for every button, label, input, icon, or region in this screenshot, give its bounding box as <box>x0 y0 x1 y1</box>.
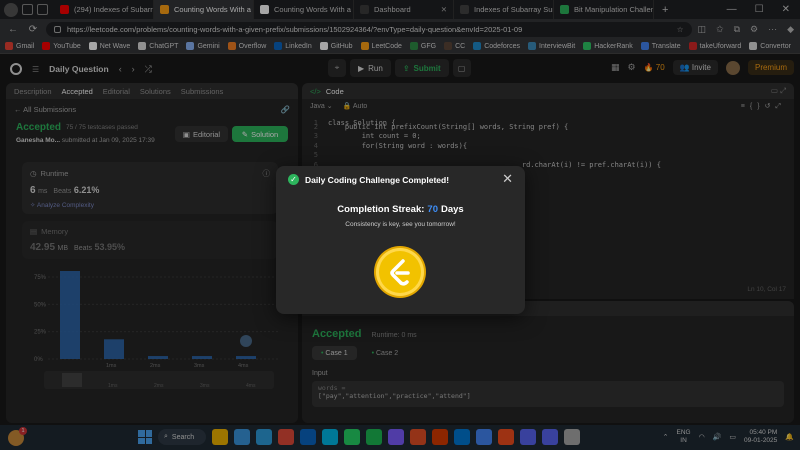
modal-title: Daily Coding Challenge Completed! <box>305 174 450 185</box>
check-circle-icon: ✓ <box>288 174 299 185</box>
streak-number: 70 <box>427 204 438 215</box>
leetcode-coin-icon <box>376 248 424 296</box>
completion-streak: Completion Streak: 70 Days <box>337 204 464 215</box>
consistency-message: Consistency is key, see you tomorrow! <box>345 221 456 228</box>
close-icon[interactable]: ✕ <box>502 171 513 187</box>
daily-challenge-modal: ✓ Daily Coding Challenge Completed! ✕ Co… <box>276 166 525 314</box>
